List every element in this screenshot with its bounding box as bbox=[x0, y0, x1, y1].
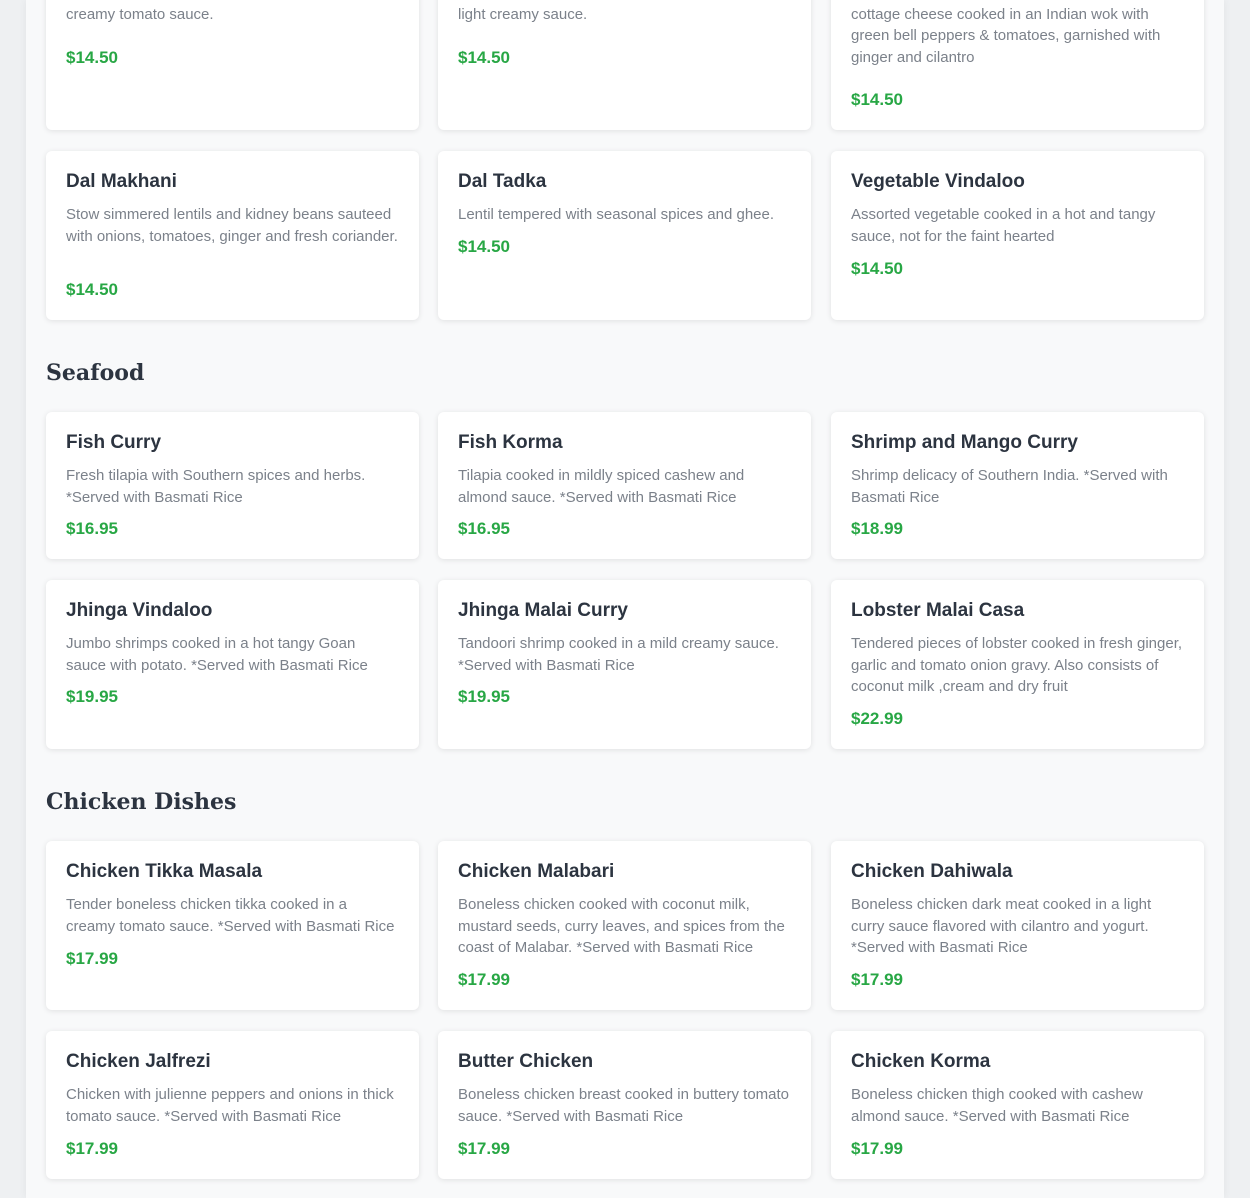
item-price: $14.50 bbox=[458, 237, 510, 256]
menu-card[interactable]: Vegetable Vindaloo Assorted vegetable co… bbox=[831, 151, 1204, 320]
menu-card[interactable]: Chicken Korma Boneless chicken thigh coo… bbox=[831, 1031, 1204, 1179]
menu-card[interactable]: Fish Korma Tilapia cooked in mildly spic… bbox=[438, 412, 811, 559]
item-price: $14.50 bbox=[66, 280, 118, 299]
menu-card[interactable]: Dal Makhani Stow simmered lentils and ki… bbox=[46, 151, 419, 320]
menu-card[interactable]: Chicken Jalfrezi Chicken with julienne p… bbox=[46, 1031, 419, 1179]
item-description: Shrimp delicacy of Southern India. *Serv… bbox=[851, 467, 1168, 506]
item-description: Boneless chicken thigh cooked with cashe… bbox=[851, 1086, 1143, 1125]
menu-card[interactable]: Grated Indian cheese, onions, bell peppe… bbox=[438, 0, 811, 130]
item-price: $14.50 bbox=[458, 48, 510, 67]
item-name: Chicken Tikka Masala bbox=[66, 861, 263, 882]
menu-card[interactable]: Green peas and paneer cooked in a mildly… bbox=[46, 0, 419, 130]
section-title: Chicken Dishes bbox=[46, 789, 237, 815]
item-description: Boneless chicken breast cooked in butter… bbox=[458, 1086, 790, 1125]
item-description: Fresh tilapia with Southern spices and h… bbox=[66, 467, 366, 506]
item-price: $14.50 bbox=[851, 259, 903, 278]
item-name: Lobster Malai Casa bbox=[851, 600, 1025, 621]
menu-page: Green peas and paneer cooked in a mildly… bbox=[26, 0, 1224, 1198]
item-price: $17.99 bbox=[66, 1139, 118, 1158]
item-description: A semidry and colourful dish of homemade… bbox=[851, 0, 1161, 66]
item-price: $17.99 bbox=[458, 970, 510, 989]
section-title: Seafood bbox=[46, 360, 145, 386]
menu-card[interactable]: Butter Chicken Boneless chicken breast c… bbox=[438, 1031, 811, 1179]
item-description: Chicken with julienne peppers and onions… bbox=[66, 1086, 394, 1125]
item-price: $19.95 bbox=[66, 687, 118, 706]
item-name: Dal Makhani bbox=[66, 171, 177, 192]
item-name: Chicken Dahiwala bbox=[851, 861, 1013, 882]
menu-card[interactable]: Jhinga Vindaloo Jumbo shrimps cooked in … bbox=[46, 580, 419, 749]
menu-card[interactable]: Chicken Tikka Masala Tender boneless chi… bbox=[46, 841, 419, 1010]
item-description: Tendered pieces of lobster cooked in fre… bbox=[851, 635, 1183, 695]
item-price: $17.99 bbox=[851, 970, 903, 989]
item-description: Assorted vegetable cooked in a hot and t… bbox=[851, 206, 1156, 245]
item-name: Dal Tadka bbox=[458, 171, 547, 192]
item-name: Butter Chicken bbox=[458, 1051, 594, 1072]
menu-card[interactable]: Dal Tadka Lentil tempered with seasonal … bbox=[438, 151, 811, 320]
item-name: Chicken Korma bbox=[851, 1051, 991, 1072]
item-description: Tender boneless chicken tikka cooked in … bbox=[66, 896, 395, 935]
item-price: $14.50 bbox=[851, 90, 903, 109]
item-description: Green peas and paneer cooked in a mildly… bbox=[66, 0, 395, 23]
item-description: Boneless chicken cooked with coconut mil… bbox=[458, 896, 785, 956]
menu-card[interactable]: Chicken Dahiwala Boneless chicken dark m… bbox=[831, 841, 1204, 1010]
item-name: Shrimp and Mango Curry bbox=[851, 432, 1078, 453]
item-name: Chicken Jalfrezi bbox=[66, 1051, 211, 1072]
item-name: Fish Korma bbox=[458, 432, 563, 453]
menu-card[interactable]: Chicken Malabari Boneless chicken cooked… bbox=[438, 841, 811, 1010]
item-name: Fish Curry bbox=[66, 432, 162, 453]
menu-card[interactable]: Lobster Malai Casa Tendered pieces of lo… bbox=[831, 580, 1204, 749]
item-price: $19.95 bbox=[458, 687, 510, 706]
item-price: $22.99 bbox=[851, 709, 903, 728]
menu-card[interactable]: Jhinga Malai Curry Tandoori shrimp cooke… bbox=[438, 580, 811, 749]
menu-card[interactable]: Shrimp and Mango Curry Shrimp delicacy o… bbox=[831, 412, 1204, 559]
item-description: Jumbo shrimps cooked in a hot tangy Goan… bbox=[66, 635, 368, 674]
item-price: $16.95 bbox=[458, 519, 510, 538]
item-price: $17.99 bbox=[851, 1139, 903, 1158]
item-price: $17.99 bbox=[66, 949, 118, 968]
item-price: $18.99 bbox=[851, 519, 903, 538]
item-price: $16.95 bbox=[66, 519, 118, 538]
item-description: Tandoori shrimp cooked in a mild creamy … bbox=[458, 635, 779, 674]
item-name: Jhinga Malai Curry bbox=[458, 600, 628, 621]
menu-card[interactable]: A semidry and colourful dish of homemade… bbox=[831, 0, 1204, 130]
item-name: Chicken Malabari bbox=[458, 861, 615, 882]
item-name: Vegetable Vindaloo bbox=[851, 171, 1025, 192]
item-description: Boneless chicken dark meat cooked in a l… bbox=[851, 896, 1152, 956]
item-price: $14.50 bbox=[66, 48, 118, 67]
item-description: Stow simmered lentils and kidney beans s… bbox=[66, 206, 398, 245]
item-name: Jhinga Vindaloo bbox=[66, 600, 213, 621]
item-price: $17.99 bbox=[458, 1139, 510, 1158]
menu-card[interactable]: Fish Curry Fresh tilapia with Southern s… bbox=[46, 412, 419, 559]
item-description: Grated Indian cheese, onions, bell peppe… bbox=[458, 0, 773, 23]
item-description: Tilapia cooked in mildly spiced cashew a… bbox=[458, 467, 745, 506]
item-description: Lentil tempered with seasonal spices and… bbox=[458, 206, 775, 223]
